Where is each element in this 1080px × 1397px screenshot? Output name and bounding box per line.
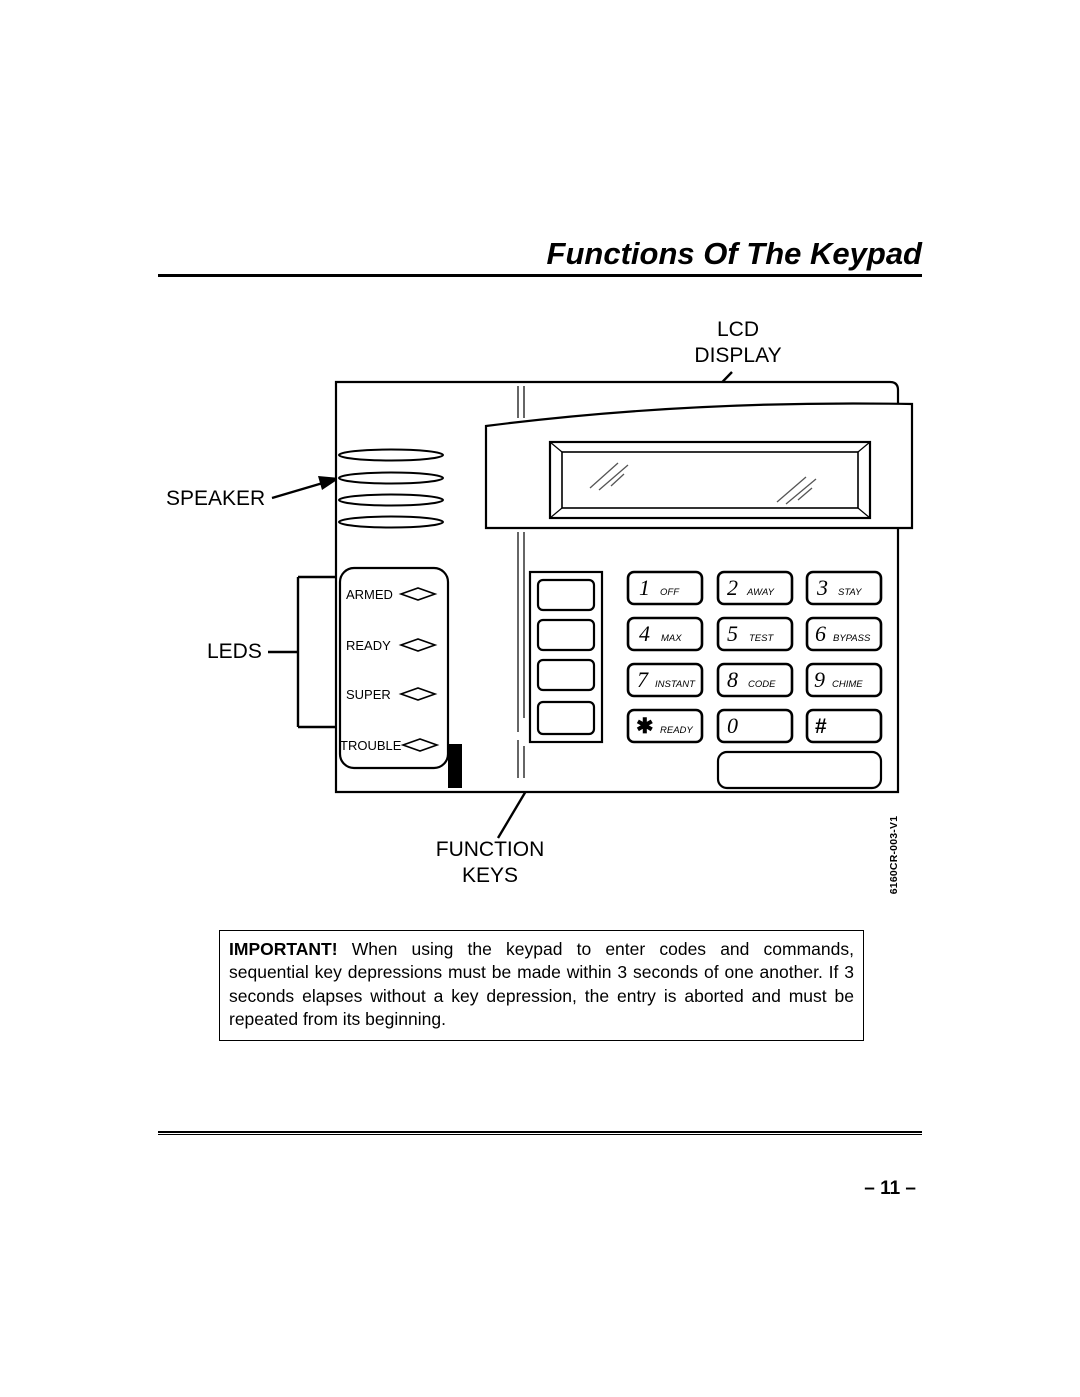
title-rule xyxy=(158,273,922,277)
callout-leds: LEDS xyxy=(207,640,262,663)
page-number: – 11 – xyxy=(864,1178,916,1199)
key-digit-5: 5 xyxy=(727,621,738,646)
callout-speaker: SPEAKER xyxy=(166,487,265,510)
function-key-4[interactable] xyxy=(536,700,596,736)
page-title: Functions Of The Keypad xyxy=(546,236,922,271)
keypad-key-4[interactable]: 4 MAX xyxy=(626,616,704,652)
keypad-key-7[interactable]: 7 INSTANT xyxy=(626,662,704,698)
key-digit-2: 2 xyxy=(727,575,738,600)
callout-function-keys-line2: KEYS xyxy=(462,864,518,887)
key-word-2: AWAY xyxy=(746,587,775,598)
function-keys-group xyxy=(528,570,604,744)
keypad-blank-wide-key[interactable] xyxy=(716,750,883,790)
key-word-4: MAX xyxy=(661,633,682,644)
key-digit-hash: # xyxy=(815,715,827,738)
footer-rule xyxy=(158,1131,922,1135)
led-label-trouble: TROUBLE xyxy=(340,738,402,753)
key-word-1: OFF xyxy=(660,587,680,598)
key-word-9: CHIME xyxy=(832,679,863,690)
function-key-3[interactable] xyxy=(536,658,596,692)
important-lead: IMPORTANT! xyxy=(229,939,338,959)
key-digit-6: 6 xyxy=(815,621,826,646)
key-word-6: BYPASS xyxy=(833,633,871,644)
important-notice-text: IMPORTANT! When using the keypad to ente… xyxy=(229,938,854,1031)
keypad-key-0[interactable]: 0 xyxy=(716,708,794,744)
keypad-key-8[interactable]: 8 CODE xyxy=(716,662,794,698)
lcd-display xyxy=(548,440,872,520)
keypad-key-3[interactable]: 3 STAY xyxy=(805,570,883,606)
key-digit-0: 0 xyxy=(727,713,738,738)
important-notice-box: IMPORTANT! When using the keypad to ente… xyxy=(219,930,864,1042)
keypad-key-6[interactable]: 6 BYPASS xyxy=(805,616,883,652)
leader-speaker xyxy=(271,476,340,500)
keypad-key-1[interactable]: 1 OFF xyxy=(626,570,704,606)
function-key-2[interactable] xyxy=(536,618,596,652)
keypad-tab xyxy=(448,744,462,788)
key-digit-3: 3 xyxy=(816,575,828,600)
callout-lcd-display-line2: DISPLAY xyxy=(694,344,781,367)
led-indicator-trouble: TROUBLE xyxy=(340,738,440,753)
key-word-star: READY xyxy=(660,725,693,736)
key-digit-8: 8 xyxy=(727,667,738,692)
figure-id-text: 6160CR-003-V1 xyxy=(888,815,900,895)
key-word-8: CODE xyxy=(748,679,776,690)
figure-id: 6160CR-003-V1 xyxy=(884,800,904,910)
led-label-ready: READY xyxy=(346,638,391,653)
keypad-key-star[interactable]: ✱ READY xyxy=(626,708,704,744)
key-word-3: STAY xyxy=(838,587,862,598)
key-digit-9: 9 xyxy=(814,667,825,692)
led-panel: ARMED READY SUPER TROUBLE xyxy=(338,566,450,770)
key-digit-7: 7 xyxy=(637,667,649,692)
key-word-7: INSTANT xyxy=(655,679,696,690)
keypad-key-hash[interactable]: # xyxy=(805,708,883,744)
key-digit-4: 4 xyxy=(639,621,650,646)
led-label-super: SUPER xyxy=(346,687,391,702)
page-header: Functions Of The Keypad xyxy=(158,236,922,277)
keypad-diagram: LCD DISPLAY SPEAKER LEDS FUNCTION KEYS A… xyxy=(150,300,940,900)
key-digit-1: 1 xyxy=(639,575,650,600)
led-label-armed: ARMED xyxy=(346,587,393,602)
document-page: Functions Of The Keypad LCD DISPLAY SPEA… xyxy=(0,0,1080,1397)
callout-lcd-display-line1: LCD xyxy=(717,318,759,341)
key-digit-star: ✱ xyxy=(636,715,654,738)
callout-function-keys-line1: FUNCTION xyxy=(436,838,545,861)
key-word-5: TEST xyxy=(749,633,774,644)
function-key-1[interactable] xyxy=(536,578,596,612)
keypad-key-5[interactable]: 5 TEST xyxy=(716,616,794,652)
keypad-key-9[interactable]: 9 CHIME xyxy=(805,662,883,698)
keypad-key-2[interactable]: 2 AWAY xyxy=(716,570,794,606)
